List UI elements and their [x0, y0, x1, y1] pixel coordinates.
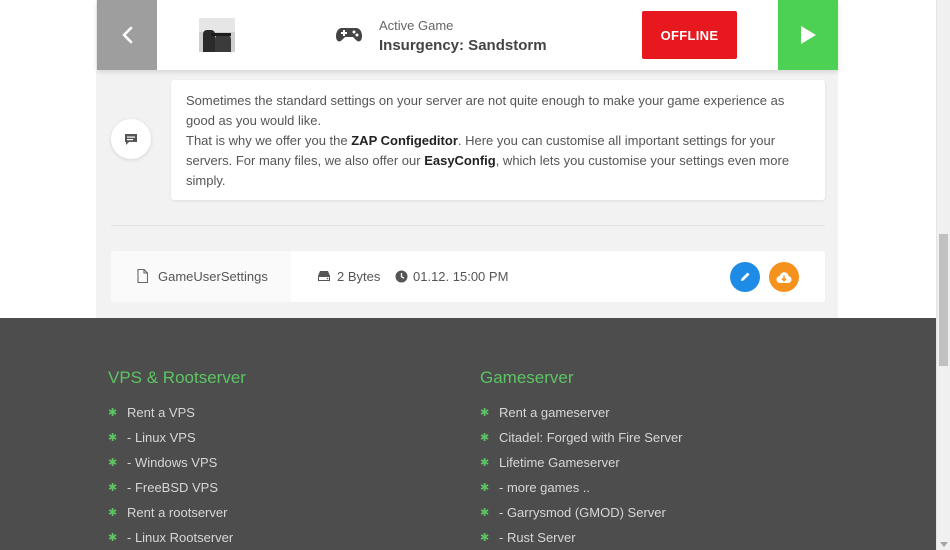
- server-status-bar: Active Game Insurgency: Sandstorm OFFLIN…: [97, 0, 838, 70]
- divider: [111, 225, 825, 226]
- game-thumbnail: [199, 18, 235, 52]
- download-file-button[interactable]: [769, 262, 799, 292]
- footer-link[interactable]: - Linux Rootserver: [127, 530, 233, 545]
- footer-link[interactable]: - more games ..: [499, 480, 590, 495]
- asterisk-icon: ✱: [108, 507, 118, 519]
- footer-link[interactable]: Rent a gameserver: [499, 405, 610, 420]
- config-file-row[interactable]: GameUserSettings 2 Bytes 01.12. 15:00 PM: [111, 251, 825, 302]
- cloud-download-icon: [776, 271, 792, 283]
- footer-link[interactable]: - FreeBSD VPS: [127, 480, 218, 495]
- file-modified-date: 01.12. 15:00 PM: [413, 269, 509, 284]
- file-name: GameUserSettings: [158, 269, 268, 284]
- clock-icon: [395, 270, 408, 283]
- asterisk-icon: ✱: [480, 532, 490, 544]
- footer-list-item: ✱ Rent a VPS: [108, 400, 246, 425]
- footer-link[interactable]: - Windows VPS: [127, 455, 217, 470]
- footer-link-list: ✱ Rent a gameserver ✱ Citadel: Forged with…: [480, 400, 683, 550]
- footer-column-gameserver: Gameserver ✱ Rent a gameserver ✱ Citadel: …: [480, 368, 683, 550]
- footer-heading: Gameserver: [480, 368, 574, 387]
- asterisk-icon: ✱: [108, 432, 118, 444]
- info-paragraph-1: Sometimes the standard settings on your …: [186, 93, 785, 128]
- scrollbar-thumb[interactable]: [939, 234, 948, 366]
- info-text: That is why we offer you the: [186, 133, 352, 148]
- footer-list-item: ✱ - Garrysmod (GMOD) Server: [480, 500, 683, 525]
- footer-link[interactable]: - Linux VPS: [127, 430, 196, 445]
- footer-list-item: ✱ - Rust Server: [480, 525, 683, 550]
- asterisk-icon: ✱: [480, 407, 490, 419]
- easyconfig-highlight: EasyConfig: [424, 153, 496, 168]
- footer-column-vps: VPS & Rootserver ✱ Rent a VPS ✱ - Linux VP…: [108, 368, 246, 550]
- page-scrollbar[interactable]: [936, 0, 950, 550]
- footer-list-item: ✱ - FreeBSD VPS: [108, 475, 246, 500]
- asterisk-icon: ✱: [480, 507, 490, 519]
- footer-heading: VPS & Rootserver: [108, 368, 246, 387]
- pencil-icon: [741, 272, 750, 281]
- footer-link[interactable]: Lifetime Gameserver: [499, 455, 620, 470]
- gamepad-icon: [335, 24, 363, 46]
- footer-link[interactable]: Rent a VPS: [127, 405, 195, 420]
- footer-list-item: ✱ Lifetime Gameserver: [480, 450, 683, 475]
- footer-list-item: ✱ - Linux VPS: [108, 425, 246, 450]
- hdd-icon: [318, 271, 330, 281]
- back-button[interactable]: [97, 0, 157, 70]
- footer-link[interactable]: - Garrysmod (GMOD) Server: [499, 505, 666, 520]
- info-paragraph-2: That is why we offer you the ZAP Confige…: [186, 131, 811, 191]
- info-badge: [111, 119, 151, 159]
- footer-link[interactable]: Rent a rootserver: [127, 505, 227, 520]
- scroll-down-arrow-icon[interactable]: [940, 542, 948, 547]
- footer-list-item: ✱ - more games ..: [480, 475, 683, 500]
- file-name-cell: GameUserSettings: [111, 251, 291, 302]
- info-card: Sometimes the standard settings on your …: [171, 80, 825, 200]
- active-game-label: Active Game: [379, 18, 454, 33]
- footer-link-list: ✱ Rent a VPS ✱ - Linux VPS ✱ - Windows VPS …: [108, 400, 246, 550]
- footer-list-item: ✱ Citadel: Forged with Fire Server: [480, 425, 683, 450]
- edit-file-button[interactable]: [730, 262, 760, 292]
- asterisk-icon: ✱: [480, 482, 490, 494]
- zap-configeditor-highlight: ZAP Configeditor: [351, 133, 458, 148]
- footer-list-item: ✱ Rent a rootserver: [108, 500, 246, 525]
- footer-link[interactable]: Citadel: Forged with Fire Server: [499, 430, 683, 445]
- asterisk-icon: ✱: [108, 482, 118, 494]
- offline-status-button[interactable]: OFFLINE: [642, 11, 737, 59]
- file-size: 2 Bytes: [337, 269, 381, 284]
- comment-icon: [125, 133, 137, 145]
- footer-list-item: ✱ Rent a gameserver: [480, 400, 683, 425]
- play-icon: [801, 26, 816, 44]
- asterisk-icon: ✱: [108, 457, 118, 469]
- footer-list-item: ✱ - Linux Rootserver: [108, 525, 246, 550]
- start-server-button[interactable]: [778, 0, 838, 70]
- asterisk-icon: ✱: [480, 432, 490, 444]
- site-footer: VPS & Rootserver ✱ Rent a VPS ✱ - Linux VP…: [0, 318, 936, 550]
- footer-list-item: ✱ - Windows VPS: [108, 450, 246, 475]
- asterisk-icon: ✱: [480, 457, 490, 469]
- chevron-left-icon: [122, 26, 133, 44]
- footer-link[interactable]: - Rust Server: [499, 530, 576, 545]
- asterisk-icon: ✱: [108, 532, 118, 544]
- game-name: Insurgency: Sandstorm: [379, 37, 547, 54]
- asterisk-icon: ✱: [108, 407, 118, 419]
- file-icon: [137, 269, 148, 283]
